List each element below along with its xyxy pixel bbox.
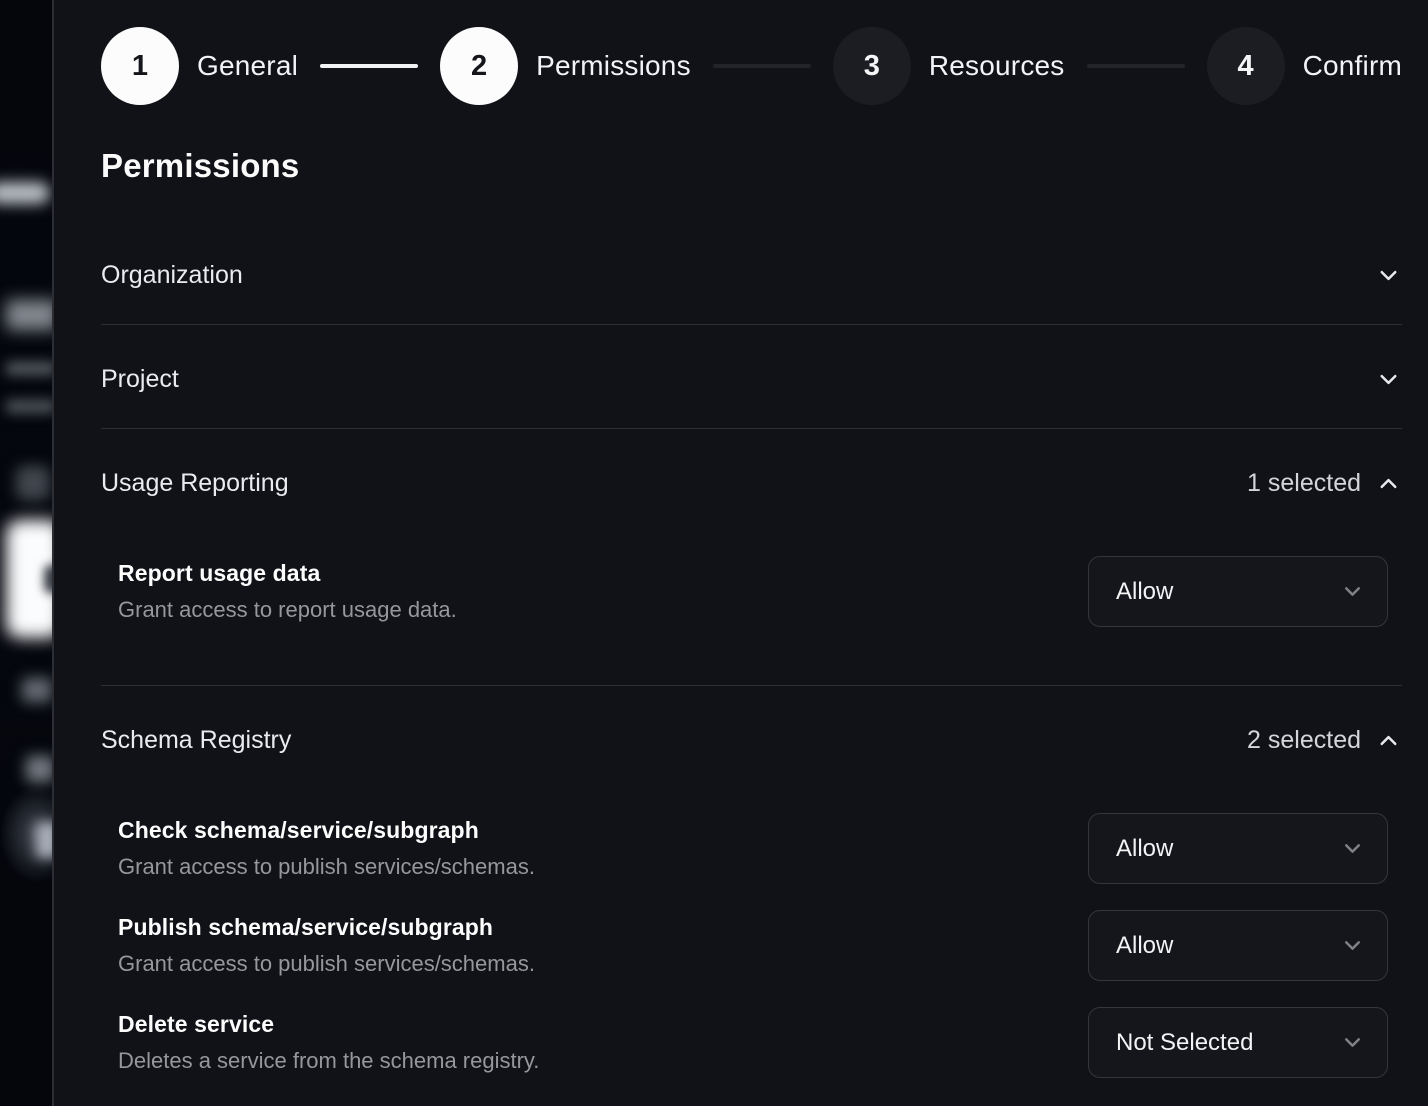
wizard-stepper: 1 General 2 Permissions 3 Resources bbox=[101, 27, 1402, 105]
blurred-sidebar-item bbox=[6, 300, 54, 330]
section-title: Project bbox=[101, 365, 179, 394]
step-number-badge: 4 bbox=[1207, 27, 1285, 105]
permission-description: Grant access to report usage data. bbox=[118, 597, 457, 623]
permission-name: Delete service bbox=[118, 1011, 539, 1038]
permission-select-check-schema[interactable]: Allow bbox=[1088, 813, 1388, 884]
chevron-down-icon bbox=[1375, 262, 1402, 289]
section-schema-registry: Schema Registry 2 selected Check schema/… bbox=[101, 686, 1402, 1106]
blurred-sidebar-item bbox=[26, 756, 54, 782]
section-header-usage-reporting[interactable]: Usage Reporting 1 selected bbox=[101, 429, 1402, 532]
step-connector bbox=[1087, 64, 1185, 68]
chevron-down-icon bbox=[1340, 579, 1365, 604]
section-title: Organization bbox=[101, 261, 243, 290]
step-number: 1 bbox=[132, 50, 148, 83]
step-general[interactable]: 1 General bbox=[101, 27, 298, 105]
permission-description: Grant access to publish services/schemas… bbox=[118, 854, 535, 880]
step-number-badge: 1 bbox=[101, 27, 179, 105]
chevron-down-icon bbox=[1340, 933, 1365, 958]
permission-name: Publish schema/service/subgraph bbox=[118, 914, 535, 941]
selected-option: Allow bbox=[1116, 578, 1173, 606]
blurred-sidebar-item bbox=[22, 678, 52, 702]
selected-count: 1 selected bbox=[1247, 469, 1361, 498]
step-label: General bbox=[197, 50, 298, 82]
permission-row-publish-schema: Publish schema/service/subgraph Grant ac… bbox=[118, 910, 1388, 981]
blurred-sidebar-item bbox=[6, 362, 54, 375]
chevron-down-icon bbox=[1340, 836, 1365, 861]
selected-option: Allow bbox=[1116, 932, 1173, 960]
wizard-panel: 1 General 2 Permissions 3 Resources bbox=[56, 0, 1428, 1106]
section-project: Project bbox=[101, 325, 1402, 429]
chevron-down-icon bbox=[1375, 366, 1402, 393]
permission-row-report-usage-data: Report usage data Grant access to report… bbox=[118, 556, 1388, 627]
permission-description: Grant access to publish services/schemas… bbox=[118, 951, 535, 977]
chevron-down-icon bbox=[1340, 1030, 1365, 1055]
step-number: 3 bbox=[864, 50, 880, 83]
permission-name: Report usage data bbox=[118, 560, 457, 587]
step-label: Confirm bbox=[1303, 50, 1402, 82]
section-title: Schema Registry bbox=[101, 726, 291, 755]
step-label: Resources bbox=[929, 50, 1065, 82]
step-number-badge: 3 bbox=[833, 27, 911, 105]
step-connector bbox=[320, 64, 418, 68]
step-permissions[interactable]: 2 Permissions bbox=[440, 27, 691, 105]
permission-select-report-usage-data[interactable]: Allow bbox=[1088, 556, 1388, 627]
page-title: Permissions bbox=[101, 147, 1402, 185]
selected-count: 2 selected bbox=[1247, 726, 1361, 755]
step-connector bbox=[713, 64, 811, 68]
permission-row-check-schema: Check schema/service/subgraph Grant acce… bbox=[118, 813, 1388, 884]
chevron-up-icon bbox=[1375, 470, 1402, 497]
step-label: Permissions bbox=[536, 50, 691, 82]
permission-description: Deletes a service from the schema regist… bbox=[118, 1048, 539, 1074]
selected-option: Allow bbox=[1116, 835, 1173, 863]
step-confirm[interactable]: 4 Confirm bbox=[1207, 27, 1402, 105]
blurred-sidebar-item bbox=[0, 182, 50, 204]
permission-select-delete-service[interactable]: Not Selected bbox=[1088, 1007, 1388, 1078]
create-token-wizard: 1 General 2 Permissions 3 Resources bbox=[0, 0, 1428, 1106]
section-header-project[interactable]: Project bbox=[101, 325, 1402, 428]
section-usage-reporting: Usage Reporting 1 selected Report usage … bbox=[101, 429, 1402, 686]
step-number: 2 bbox=[471, 50, 487, 83]
permission-row-delete-service: Delete service Deletes a service from th… bbox=[118, 1007, 1388, 1078]
section-organization: Organization bbox=[101, 221, 1402, 325]
section-header-schema-registry[interactable]: Schema Registry 2 selected bbox=[101, 686, 1402, 789]
step-number-badge: 2 bbox=[440, 27, 518, 105]
blurred-sidebar-item bbox=[6, 400, 54, 413]
section-header-organization[interactable]: Organization bbox=[101, 221, 1402, 324]
permission-name: Check schema/service/subgraph bbox=[118, 817, 535, 844]
blurred-sidebar-card-glyph bbox=[44, 565, 54, 593]
section-title: Usage Reporting bbox=[101, 469, 289, 498]
permission-select-publish-schema[interactable]: Allow bbox=[1088, 910, 1388, 981]
step-number: 4 bbox=[1238, 50, 1254, 83]
blurred-sidebar-item bbox=[36, 822, 54, 858]
blurred-sidebar-item bbox=[16, 466, 50, 500]
chevron-up-icon bbox=[1375, 727, 1402, 754]
selected-option: Not Selected bbox=[1116, 1029, 1253, 1057]
step-resources[interactable]: 3 Resources bbox=[833, 27, 1065, 105]
background-sidebar bbox=[0, 0, 54, 1106]
